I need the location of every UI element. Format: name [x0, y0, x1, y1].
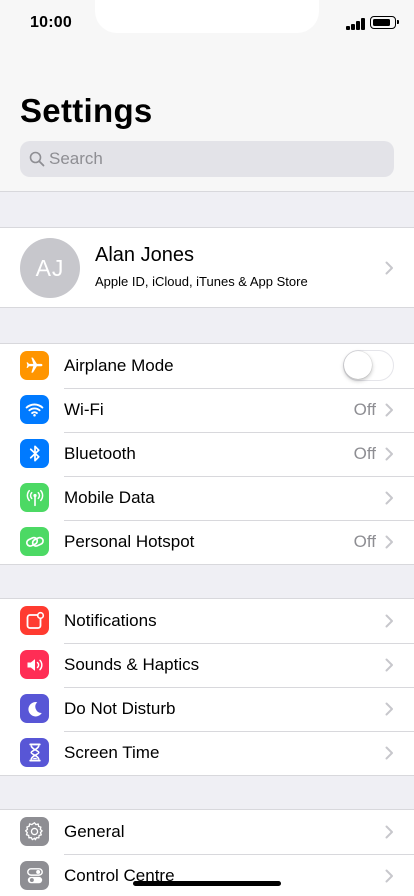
- settings-row-control-centre[interactable]: Control Centre: [0, 854, 414, 896]
- moon-icon: [20, 694, 49, 723]
- settings-row-sounds-haptics[interactable]: Sounds & Haptics: [0, 643, 414, 687]
- chevron-right-icon: [385, 403, 393, 417]
- settings-row-personal-hotspot[interactable]: Personal Hotspot Off: [0, 520, 414, 564]
- settings-row-value: Off: [353, 444, 376, 463]
- page-title: Settings: [20, 92, 153, 129]
- switches-icon: [20, 861, 49, 890]
- settings-row-general[interactable]: General: [0, 810, 414, 854]
- settings-row-do-not-disturb[interactable]: Do Not Disturb: [0, 687, 414, 731]
- apple-id-profile-row[interactable]: AJ Alan Jones Apple ID, iCloud, iTunes &…: [0, 227, 414, 308]
- settings-row-label: Personal Hotspot: [64, 532, 195, 551]
- settings-row-label: Wi-Fi: [64, 400, 104, 419]
- search-icon: [29, 151, 45, 167]
- chevron-right-icon: [385, 535, 393, 549]
- status-time: 10:00: [30, 14, 72, 31]
- bluetooth-icon: [20, 439, 49, 468]
- wifi-icon: [20, 395, 49, 424]
- settings-row-label: Bluetooth: [64, 444, 136, 463]
- settings-row-notifications[interactable]: Notifications: [0, 599, 414, 643]
- speaker-icon: [20, 650, 49, 679]
- search-bar[interactable]: [20, 141, 394, 177]
- profile-subtitle: Apple ID, iCloud, iTunes & App Store: [95, 274, 308, 289]
- settings-row-value: Off: [353, 532, 376, 551]
- profile-name: Alan Jones: [95, 244, 194, 266]
- settings-row-value: Off: [353, 400, 376, 419]
- chevron-right-icon: [385, 658, 393, 672]
- notifications-group: Notifications Sounds & Haptics Do Not Di…: [0, 598, 414, 776]
- chevron-right-icon: [385, 825, 393, 839]
- chevron-right-icon: [385, 702, 393, 716]
- settings-row-label: Notifications: [64, 611, 157, 630]
- airplane-icon: [20, 351, 49, 380]
- notch: [95, 0, 319, 33]
- settings-header: Settings: [0, 48, 414, 192]
- settings-row-screen-time[interactable]: Screen Time: [0, 731, 414, 775]
- connectivity-group: Airplane Mode Wi-Fi Off Bluetooth Off Mo…: [0, 343, 414, 565]
- settings-row-mobile-data[interactable]: Mobile Data: [0, 476, 414, 520]
- settings-row-airplane-mode[interactable]: Airplane Mode: [0, 344, 414, 388]
- settings-row-label: Do Not Disturb: [64, 699, 176, 718]
- toggle-knob: [344, 351, 372, 379]
- chevron-right-icon: [385, 447, 393, 461]
- chevron-right-icon: [385, 491, 393, 505]
- chevron-right-icon: [385, 614, 393, 628]
- settings-row-label: General: [64, 822, 125, 841]
- home-indicator[interactable]: [133, 881, 281, 886]
- cellular-signal-icon: [346, 17, 366, 30]
- battery-icon: [370, 16, 399, 29]
- notifications-icon: [20, 606, 49, 635]
- avatar: AJ: [20, 238, 80, 298]
- settings-row-label: Sounds & Haptics: [64, 655, 200, 674]
- chevron-right-icon: [385, 261, 393, 275]
- gear-icon: [20, 817, 49, 846]
- settings-row-label: Airplane Mode: [64, 356, 174, 375]
- settings-row-wifi[interactable]: Wi-Fi Off: [0, 388, 414, 432]
- airplane-mode-toggle[interactable]: [343, 350, 394, 381]
- settings-row-label: Screen Time: [64, 743, 160, 762]
- status-bar: 10:00: [0, 0, 414, 48]
- hourglass-icon: [20, 738, 49, 767]
- hotspot-icon: [20, 527, 49, 556]
- chevron-right-icon: [385, 746, 393, 760]
- antenna-icon: [20, 483, 49, 512]
- chevron-right-icon: [385, 869, 393, 883]
- search-input[interactable]: [49, 141, 379, 177]
- settings-row-label: Mobile Data: [64, 488, 155, 507]
- settings-row-bluetooth[interactable]: Bluetooth Off: [0, 432, 414, 476]
